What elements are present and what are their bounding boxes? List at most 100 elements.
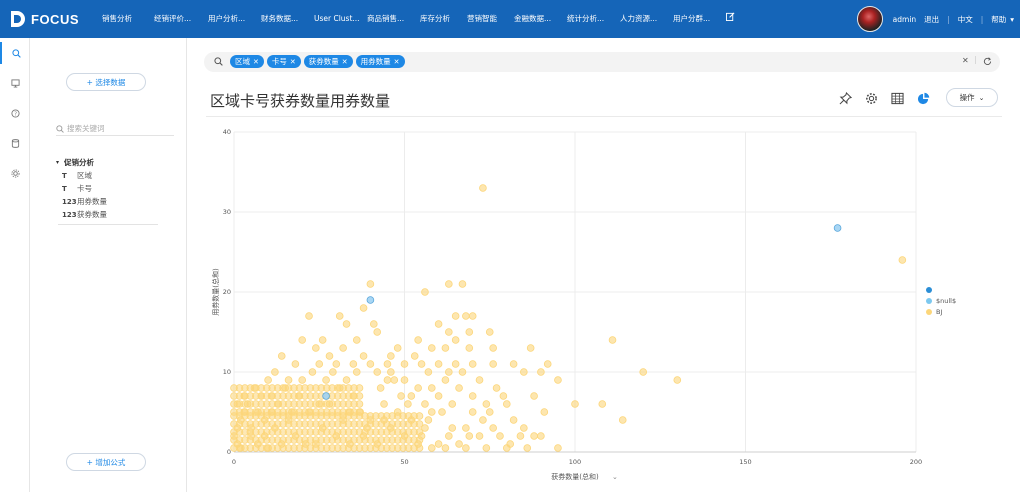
select-data-button[interactable]: + 选择数据 xyxy=(66,73,146,91)
scatter-point xyxy=(383,376,392,384)
question-icon[interactable]: ? xyxy=(0,102,30,124)
scatter-point xyxy=(485,408,494,416)
nav-item[interactable]: 用户分群... xyxy=(667,0,720,38)
help-link[interactable]: 帮助 xyxy=(991,14,1006,25)
number-type-icon: 123 xyxy=(62,210,77,219)
scatter-point xyxy=(370,320,378,328)
y-axis-chevron-icon[interactable]: › xyxy=(211,273,219,276)
clear-icon[interactable]: ✕ xyxy=(962,56,969,65)
scatter-point xyxy=(492,384,501,392)
nav-item[interactable]: 财务数据... xyxy=(255,0,308,38)
scatter-point xyxy=(356,408,364,416)
filter-tag[interactable]: 用券数量 ✕ xyxy=(355,55,405,68)
nav-item[interactable]: 用户分析... xyxy=(202,0,255,38)
logout-link[interactable]: 退出 xyxy=(924,14,939,25)
gear-icon[interactable] xyxy=(861,88,881,108)
scatter-point xyxy=(312,344,320,352)
scatter-point xyxy=(489,344,497,352)
nav-item[interactable]: 商品销售... xyxy=(361,0,414,38)
language-switch[interactable]: 中文 xyxy=(958,14,973,25)
legend-item[interactable]: $null$ xyxy=(926,295,956,306)
divider xyxy=(58,224,158,225)
chevron-down-icon[interactable]: ▾ xyxy=(1010,15,1014,24)
chart-points xyxy=(230,184,907,452)
nav-item[interactable]: User Clust... xyxy=(308,0,361,38)
search-filter-bar[interactable]: 区域 ✕ 卡号 ✕ 获券数量 ✕ 用券数量 ✕ ✕ | xyxy=(204,52,1000,72)
close-icon[interactable]: ✕ xyxy=(290,58,296,66)
pie-chart-icon[interactable] xyxy=(913,88,933,108)
legend-item[interactable]: BJ xyxy=(926,306,956,317)
legend-item[interactable] xyxy=(926,284,956,295)
scatter-point xyxy=(342,320,351,328)
add-formula-button[interactable]: + 增加公式 xyxy=(66,453,146,471)
nav-item[interactable]: 人力资源... xyxy=(614,0,667,38)
scatter-point xyxy=(468,312,477,320)
nav-item[interactable]: 经销评价... xyxy=(148,0,202,38)
scatter-point xyxy=(346,440,354,448)
pin-icon[interactable] xyxy=(835,88,855,108)
close-icon[interactable]: ✕ xyxy=(342,58,348,66)
focus-logo[interactable]: FOCUS xyxy=(10,10,79,28)
scatter-point xyxy=(284,376,293,384)
scatter-chart[interactable]: 0 50 100 150 200010203040 获券数量(总和) ⌄ 用券数量(总和… xyxy=(204,124,934,484)
scatter-point xyxy=(434,440,443,448)
field-item[interactable]: 123 获券数量 xyxy=(56,208,174,221)
nav-item[interactable]: 库存分析 xyxy=(414,0,461,38)
refresh-icon[interactable] xyxy=(983,57,992,66)
scatter-point xyxy=(554,376,562,384)
filter-tag[interactable]: 区域 ✕ xyxy=(230,55,264,68)
search-icon[interactable] xyxy=(0,42,30,64)
nav-item[interactable]: 营销智能 xyxy=(461,0,508,38)
field-item[interactable]: T 区域 xyxy=(56,169,174,182)
scatter-point xyxy=(346,408,354,416)
close-icon[interactable]: ✕ xyxy=(394,58,400,66)
x-tick-label: 150 xyxy=(739,458,751,466)
field-item[interactable]: T 卡号 xyxy=(56,182,174,195)
filter-tag[interactable]: 获券数量 ✕ xyxy=(303,55,353,68)
scatter-point xyxy=(673,376,682,384)
dashboard-icon[interactable] xyxy=(0,72,30,94)
nav-item[interactable]: 金融数据... xyxy=(508,0,561,38)
nav-item[interactable]: 销售分析 xyxy=(96,0,148,38)
scatter-point xyxy=(318,424,327,432)
edit-icon[interactable] xyxy=(720,0,740,38)
scatter-point xyxy=(397,392,405,400)
scatter-point xyxy=(355,384,364,392)
scatter-point xyxy=(291,432,300,440)
scatter-point xyxy=(260,432,269,440)
scatter-point xyxy=(468,408,477,416)
scatter-point xyxy=(325,352,334,360)
settings-icon[interactable] xyxy=(0,162,30,184)
scatter-point xyxy=(298,336,306,344)
page-title: 区域卡号获券数量用券数量 xyxy=(210,92,391,110)
filter-tag[interactable]: 卡号 ✕ xyxy=(266,55,301,68)
scatter-point xyxy=(404,400,412,408)
database-icon[interactable] xyxy=(0,132,30,154)
legend-label: BJ xyxy=(936,307,943,316)
scatter-point xyxy=(308,368,317,376)
scatter-point xyxy=(438,408,446,416)
text-type-icon: T xyxy=(62,171,67,180)
scatter-point xyxy=(329,368,337,376)
username[interactable]: admin xyxy=(893,15,917,24)
field-item[interactable]: 123 用券数量 xyxy=(56,195,174,208)
avatar[interactable] xyxy=(856,6,883,32)
scatter-point xyxy=(465,432,474,440)
scatter-point xyxy=(455,384,463,392)
scatter-point xyxy=(233,400,242,408)
caret-down-icon[interactable]: ▾ xyxy=(56,159,59,166)
data-panel: + 选择数据 搜索关键词 ▾ 促销分析 T 区域 T 卡号 123 用券数量 1… xyxy=(30,38,187,492)
tree-group[interactable]: ▾ 促销分析 xyxy=(56,156,174,169)
y-tick-label: 10 xyxy=(223,368,231,376)
table-icon[interactable] xyxy=(887,88,907,108)
scatter-point xyxy=(366,280,375,288)
scatter-point xyxy=(540,408,549,416)
close-icon[interactable]: ✕ xyxy=(253,58,259,66)
scatter-point xyxy=(332,432,341,440)
keyword-search-input[interactable]: 搜索关键词 xyxy=(56,122,174,136)
operate-dropdown[interactable]: 操作 ⌄ xyxy=(946,88,998,107)
scatter-point xyxy=(318,336,327,344)
x-axis-chevron-icon[interactable]: ⌄ xyxy=(612,473,618,481)
separator: | xyxy=(974,55,977,64)
nav-item[interactable]: 统计分析... xyxy=(561,0,614,38)
